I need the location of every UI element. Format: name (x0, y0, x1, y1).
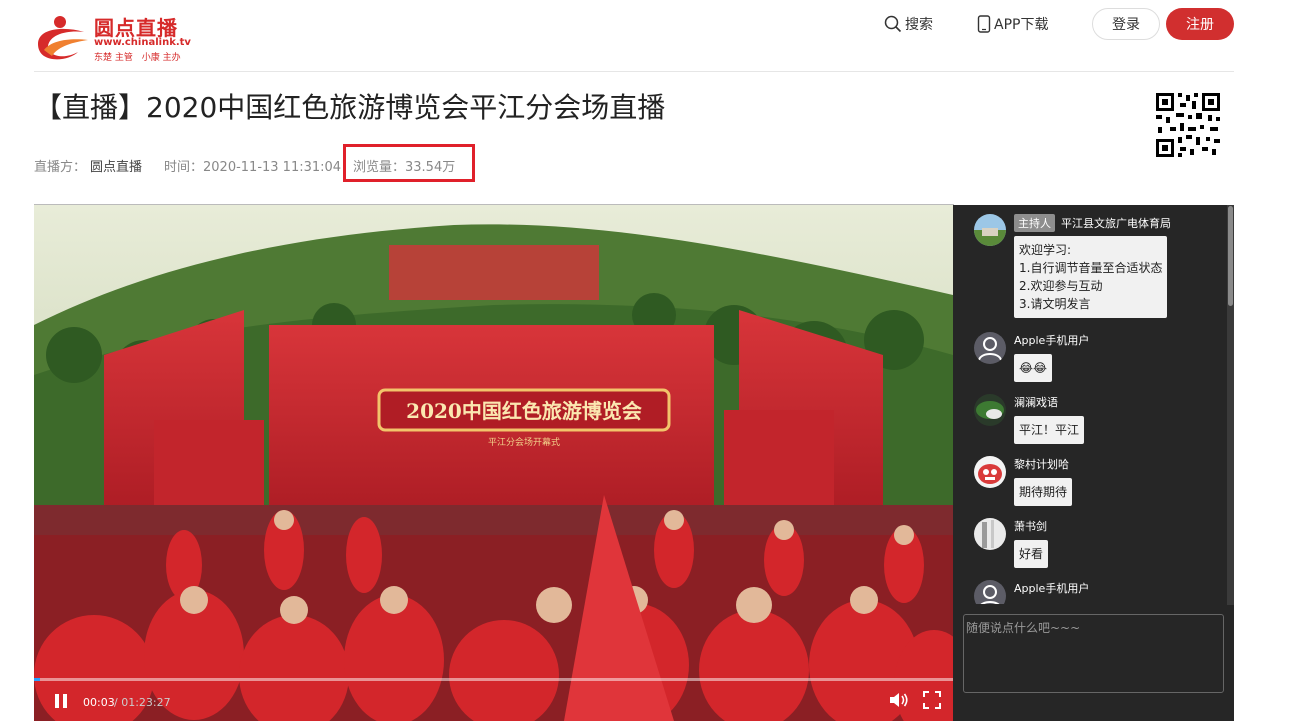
host-badge: 主持人 (1014, 214, 1055, 232)
logo-url: www.chinalink.tv (94, 37, 191, 48)
volume-icon[interactable] (888, 690, 910, 710)
nav-search[interactable]: 搜索 (884, 14, 933, 34)
default-user-icon (974, 332, 1006, 364)
phone-icon (977, 15, 991, 33)
site-header: 圆点直播 www.chinalink.tv 东楚 主管 小康 主办 搜索 APP… (0, 0, 1296, 72)
view-count: 浏览量：33.54万 (353, 160, 456, 175)
avatar (974, 580, 1006, 604)
login-button[interactable]: 登录 (1092, 8, 1160, 40)
video-frame: 2020中国红色旅游博览会 平江分会场开幕式 (34, 205, 953, 721)
pause-icon[interactable] (52, 692, 70, 710)
stage-subtitle-text: 平江分会场开幕式 (488, 436, 560, 448)
stage-title-text: 2020中国红色旅游博览会 (406, 399, 642, 423)
chat-message: Apple手机用户 (974, 580, 1224, 604)
logo-sub: 东楚 主管 小康 主办 (94, 50, 187, 63)
chat-bubble: 好看 (1014, 540, 1049, 568)
chat-username: 澜澜戏语 (1014, 396, 1058, 409)
chat-bubble: 😂😂 (1014, 354, 1053, 382)
search-icon (884, 15, 902, 33)
video-total-time: / 01:23:27 (114, 696, 171, 709)
site-logo[interactable]: 圆点直播 www.chinalink.tv 东楚 主管 小康 主办 (34, 10, 191, 66)
publish-time: 时间：2020-11-13 11:31:04 (164, 160, 342, 175)
header-divider (34, 71, 1234, 72)
chat-username: Apple手机用户 (1014, 334, 1090, 347)
chat-username-text: 平江县文旅广电体育局 (1061, 217, 1171, 230)
chat-username: Apple手机用户 (1014, 582, 1090, 595)
logo-sub-left: 东楚 主管 (94, 53, 133, 63)
user-avatar-icon (974, 518, 1006, 550)
chat-bubble: 欢迎学习: 1.自行调节音量至合适状态 2.欢迎参与互动 3.请文明发言 (1014, 236, 1168, 318)
chat-scrollbar-thumb[interactable] (1228, 206, 1233, 306)
host-avatar-icon (974, 214, 1006, 246)
chat-username: 萧书剑 (1014, 520, 1047, 533)
avatar (974, 332, 1006, 364)
chat-bubble: 平江！平江 (1014, 416, 1085, 444)
avatar (974, 456, 1006, 488)
logo-sub-right: 小康 主办 (141, 53, 181, 63)
user-avatar-icon (974, 456, 1006, 488)
video-current-time: 00:03 (83, 696, 115, 709)
video-progress-fill (34, 678, 40, 681)
nav-search-label: 搜索 (905, 17, 933, 33)
nav-app-label: APP下载 (994, 17, 1049, 33)
default-user-icon (974, 580, 1006, 604)
avatar (974, 214, 1006, 246)
avatar (974, 394, 1006, 426)
host-label: 直播方： (34, 160, 87, 175)
chat-username: 主持人 平江县文旅广电体育局 (1014, 214, 1171, 232)
qr-code-icon (1154, 91, 1222, 159)
chat-input[interactable] (963, 614, 1224, 693)
register-button[interactable]: 注册 (1166, 8, 1234, 40)
logo-mark-icon (38, 16, 88, 60)
nav-app-download[interactable]: APP下载 (977, 14, 1048, 34)
user-avatar-icon (974, 394, 1006, 426)
chat-bubble: 期待期待 (1014, 478, 1073, 506)
avatar (974, 518, 1006, 550)
video-progress-bar[interactable] (34, 678, 953, 681)
chat-username: 黎村计划哈 (1014, 458, 1069, 471)
page-title: 【直播】2020中国红色旅游博览会平江分会场直播 (34, 91, 666, 124)
fullscreen-icon[interactable] (922, 690, 942, 710)
host-link[interactable]: 圆点直播 (90, 156, 142, 175)
video-player[interactable]: 2020中国红色旅游博览会 平江分会场开幕式 (34, 205, 953, 721)
